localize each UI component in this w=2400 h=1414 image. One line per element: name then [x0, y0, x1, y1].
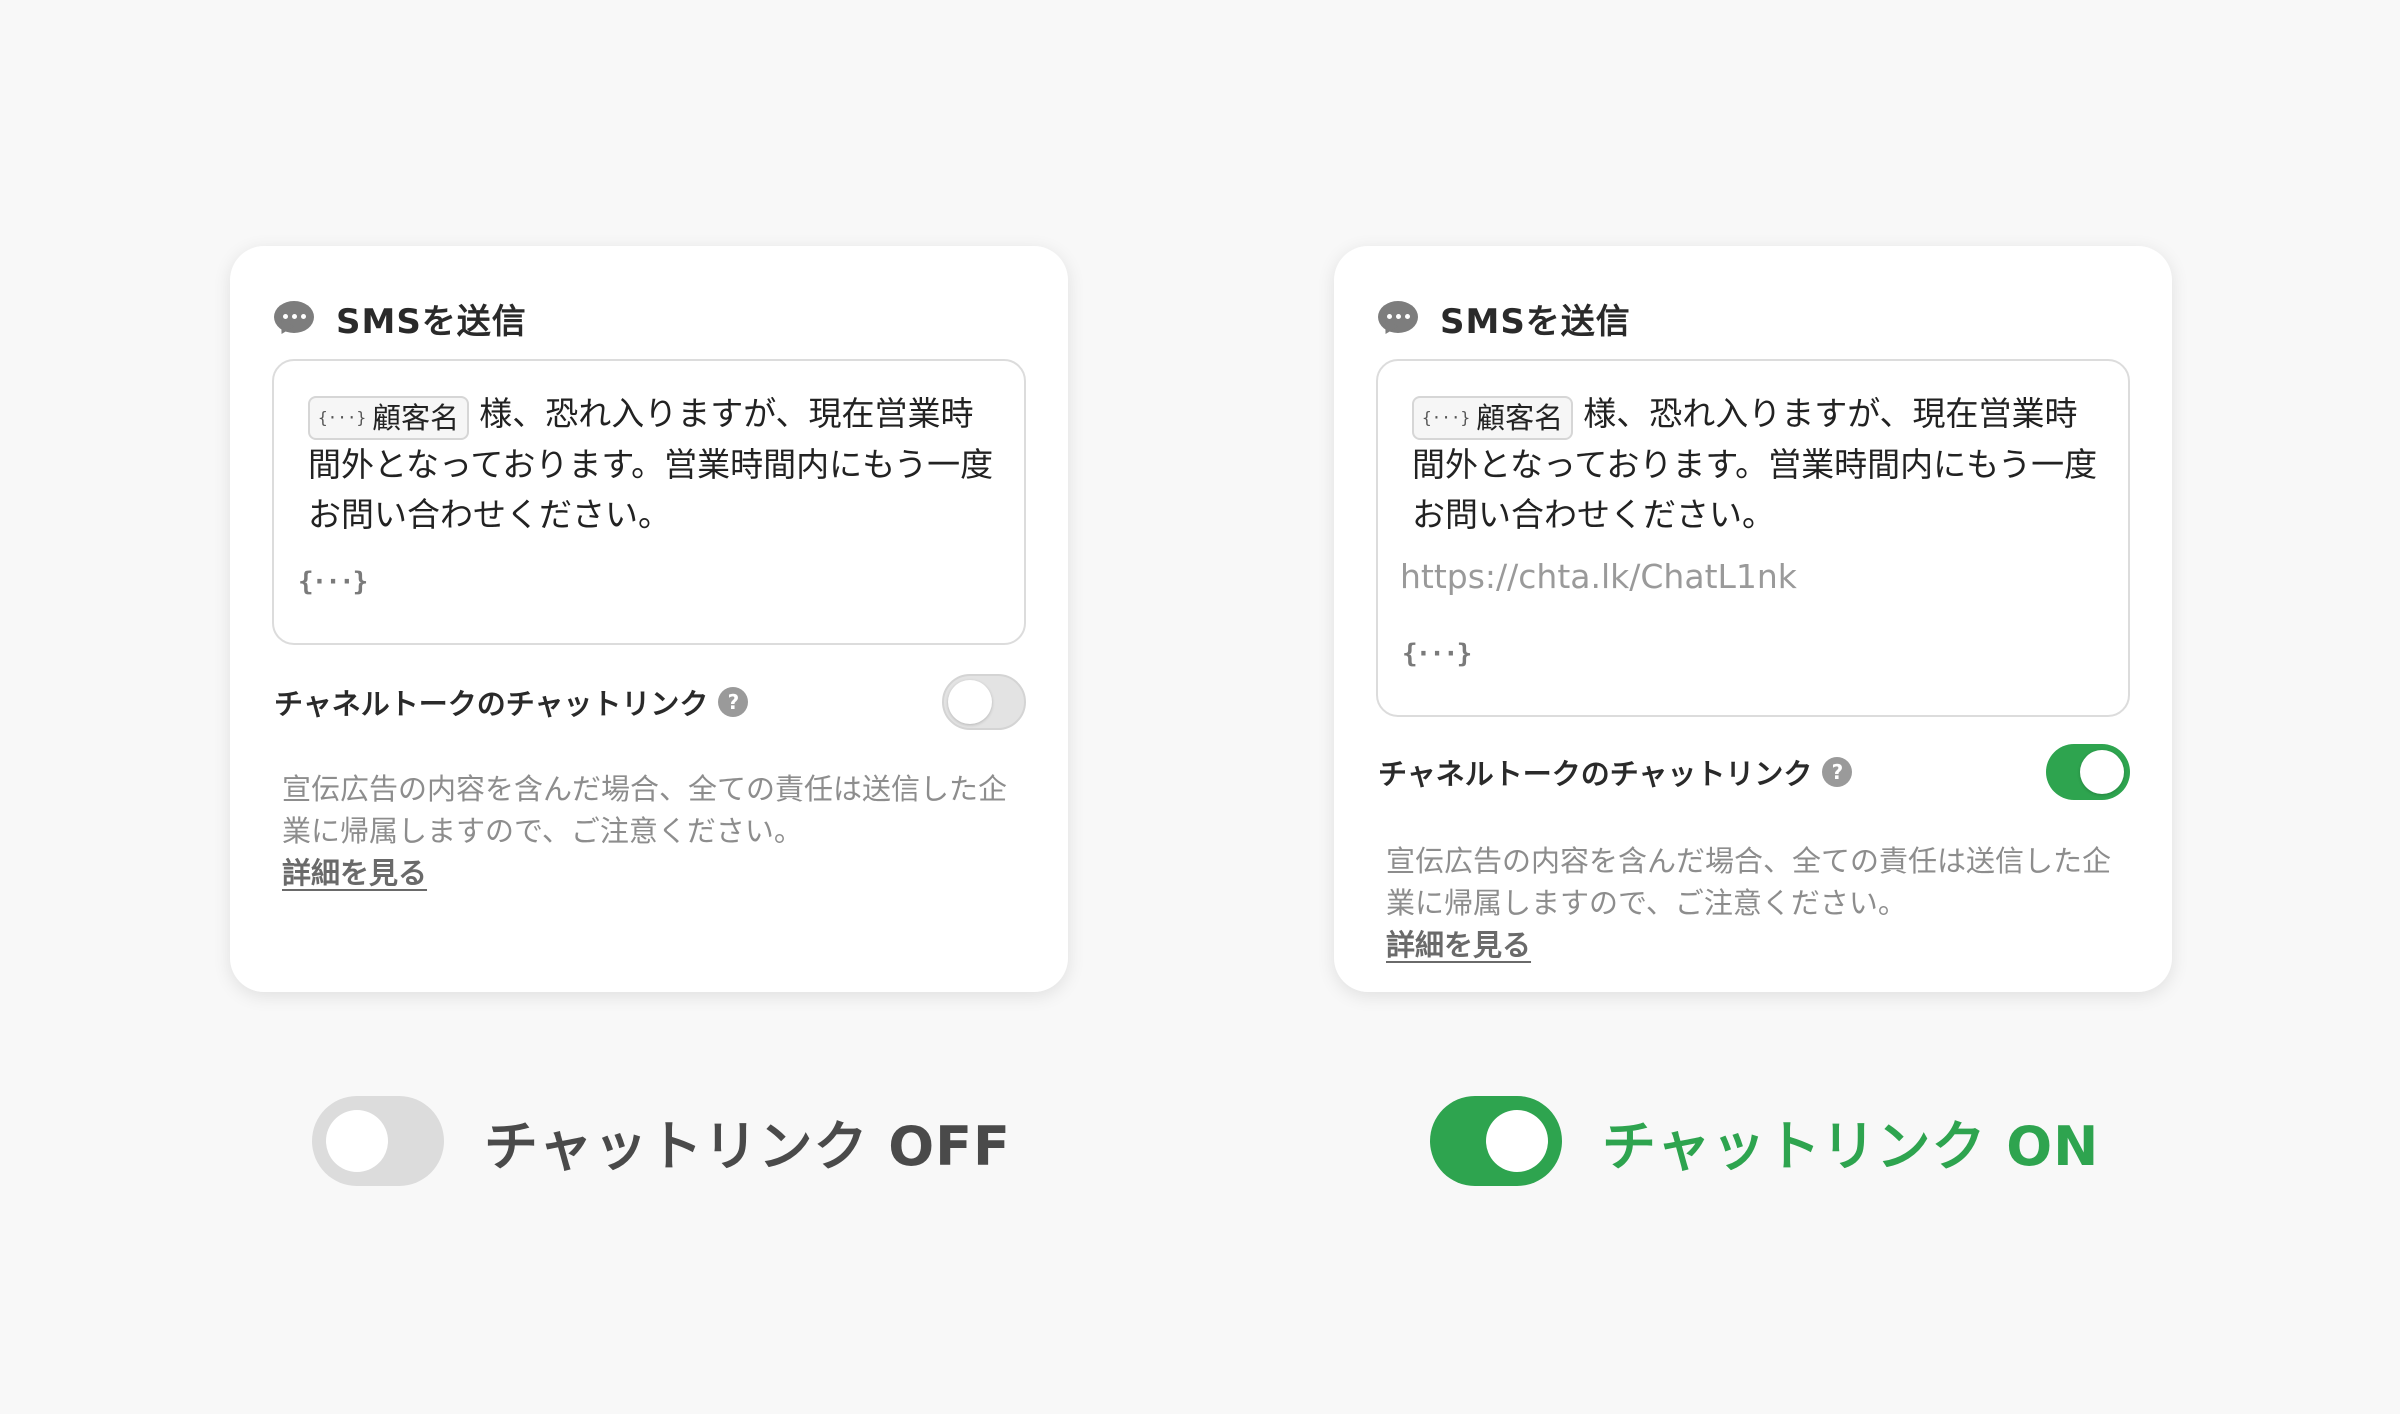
message-editor[interactable]: {···} 顧客名 様、恐れ入りますが、現在営業時間外となっております。営業時間内に…	[1376, 359, 2130, 717]
sms-card-on: SMSを送信 {···} 顧客名 様、恐れ入りますが、現在営業時間外となっております…	[1334, 246, 2172, 992]
variable-icon: {···}	[318, 408, 367, 427]
toggle-knob	[1486, 1110, 1548, 1172]
chat-bubble-icon	[1378, 300, 1418, 337]
notice-text-wrap: 宣伝広告の内容を含んだ場合、全ての責任は送信した企業に帰属しますので、ご注意くだ…	[1386, 840, 2126, 966]
caption-label-off: チャットリンク OFF	[484, 1114, 1011, 1178]
chat-link-label-wrap: チャネルトークのチャットリンク ?	[274, 681, 749, 723]
notice-text-wrap: 宣伝広告の内容を含んだ場合、全ての責任は送信した企業に帰属しますので、ご注意くだ…	[282, 768, 1022, 894]
help-icon[interactable]: ?	[1822, 757, 1853, 787]
chat-link-row: チャネルトークのチャットリンク ?	[274, 672, 1026, 732]
toggle-knob	[2080, 750, 2124, 794]
variable-chip-label: 顧客名	[372, 401, 460, 435]
caption-off: チャットリンク OFF	[312, 1096, 1011, 1186]
message-editor[interactable]: {···} 顧客名 様、恐れ入りますが、現在営業時間外となっております。営業時間内に…	[272, 359, 1026, 645]
variable-chip-label: 顧客名	[1476, 401, 1564, 435]
chat-link-label: チャネルトークのチャットリンク	[1378, 757, 1813, 791]
chat-link-row: チャネルトークのチャットリンク ?	[1378, 742, 2130, 802]
variable-chip[interactable]: {···} 顧客名	[308, 396, 470, 440]
variable-icon: {···}	[1422, 408, 1471, 427]
insert-variable-icon[interactable]: {···}	[298, 567, 368, 597]
large-toggle-off[interactable]	[312, 1096, 444, 1186]
card-header: SMSを送信	[1378, 294, 1631, 343]
insert-variable-icon[interactable]: {···}	[1402, 639, 1472, 669]
card-header: SMSを送信	[274, 294, 527, 343]
caption-on: チャットリンク ON	[1430, 1096, 2099, 1186]
message-text: {···} 顧客名 様、恐れ入りますが、現在営業時間外となっております。営業時間内に…	[1412, 389, 2102, 540]
chat-bubble-icon	[274, 300, 314, 337]
chat-link-url: https://chta.lk/ChatL1nk	[1400, 557, 1797, 596]
large-toggle-on[interactable]	[1430, 1096, 1562, 1186]
card-title: SMSを送信	[1440, 302, 1631, 342]
notice-text: 宣伝広告の内容を含んだ場合、全ての責任は送信した企業に帰属しますので、ご注意くだ…	[1386, 844, 2112, 920]
caption-label-on: チャットリンク ON	[1602, 1114, 2100, 1178]
detail-link[interactable]: 詳細を見る	[282, 856, 427, 890]
chat-link-label-wrap: チャネルトークのチャットリンク ?	[1378, 751, 1853, 793]
variable-chip[interactable]: {···} 顧客名	[1412, 396, 1574, 440]
sms-card-off: SMSを送信 {···} 顧客名 様、恐れ入りますが、現在営業時間外となっております…	[230, 246, 1068, 992]
chat-link-toggle[interactable]	[942, 674, 1026, 730]
chat-link-label: チャネルトークのチャットリンク	[274, 687, 709, 721]
detail-link[interactable]: 詳細を見る	[1386, 928, 1531, 962]
help-icon[interactable]: ?	[718, 687, 749, 717]
card-title: SMSを送信	[336, 302, 527, 342]
toggle-knob	[948, 680, 992, 724]
toggle-knob	[326, 1110, 388, 1172]
notice-text: 宣伝広告の内容を含んだ場合、全ての責任は送信した企業に帰属しますので、ご注意くだ…	[282, 772, 1008, 848]
message-text: {···} 顧客名 様、恐れ入りますが、現在営業時間外となっております。営業時間内に…	[308, 389, 998, 540]
chat-link-toggle[interactable]	[2046, 744, 2130, 800]
